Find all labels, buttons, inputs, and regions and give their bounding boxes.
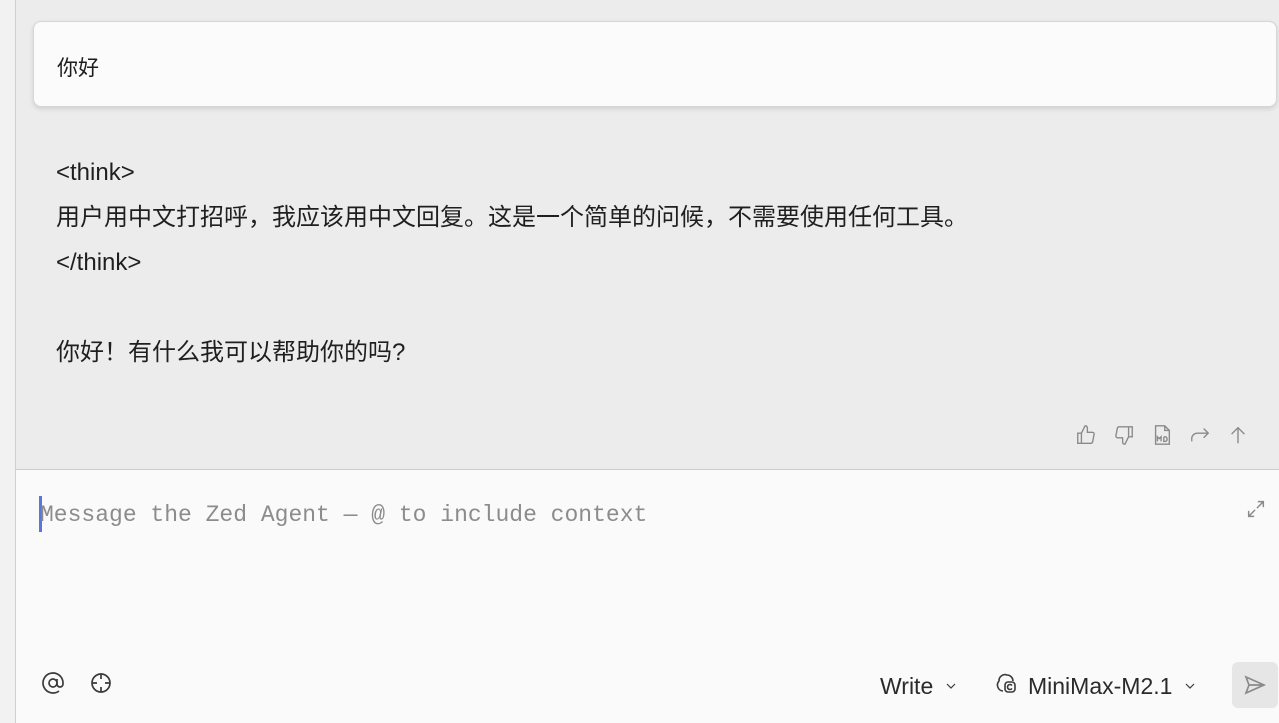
model-selector[interactable]: MiniMax-M2.1 xyxy=(994,670,1198,702)
user-message-card[interactable]: 你好 xyxy=(33,21,1277,107)
markdown-copy-icon[interactable] xyxy=(1151,422,1173,448)
send-button[interactable] xyxy=(1232,662,1278,708)
model-provider-icon xyxy=(994,671,1018,701)
left-panel-border xyxy=(0,0,16,723)
scroll-top-icon[interactable] xyxy=(1227,422,1249,448)
mode-selector[interactable]: Write xyxy=(880,670,959,702)
assistant-line: 用户用中文打招呼，我应该用中文回复。这是一个简单的问候，不需要使用任何工具。 xyxy=(56,204,968,231)
assistant-line xyxy=(56,285,1256,330)
message-composer: Write MiniMax-M2.1 xyxy=(16,470,1279,723)
model-label: MiniMax-M2.1 xyxy=(1028,672,1173,699)
chevron-down-icon xyxy=(943,673,959,700)
composer-tools xyxy=(40,670,114,696)
assistant-line: 你好！有什么我可以帮助你的吗? xyxy=(56,339,406,366)
thumbs-up-icon[interactable] xyxy=(1075,422,1097,448)
message-input[interactable] xyxy=(40,498,1220,532)
mode-label: Write xyxy=(880,672,934,699)
assistant-message: <think> 用户用中文打招呼，我应该用中文回复。这是一个简单的问候，不需要使… xyxy=(56,150,1256,375)
user-message-text: 你好 xyxy=(57,57,99,80)
agent-thread: 你好 <think> 用户用中文打招呼，我应该用中文回复。这是一个简单的问候，不… xyxy=(16,0,1279,469)
crosshair-icon[interactable] xyxy=(88,670,114,696)
expand-icon[interactable] xyxy=(1245,498,1269,522)
chevron-down-icon xyxy=(1182,673,1198,700)
send-icon xyxy=(1244,675,1267,695)
assistant-line: </think> xyxy=(56,249,142,276)
at-mention-icon[interactable] xyxy=(40,670,66,696)
share-icon[interactable] xyxy=(1189,422,1211,448)
message-actions xyxy=(1075,422,1249,448)
thumbs-down-icon[interactable] xyxy=(1113,422,1135,448)
assistant-line: <think> xyxy=(56,159,135,186)
